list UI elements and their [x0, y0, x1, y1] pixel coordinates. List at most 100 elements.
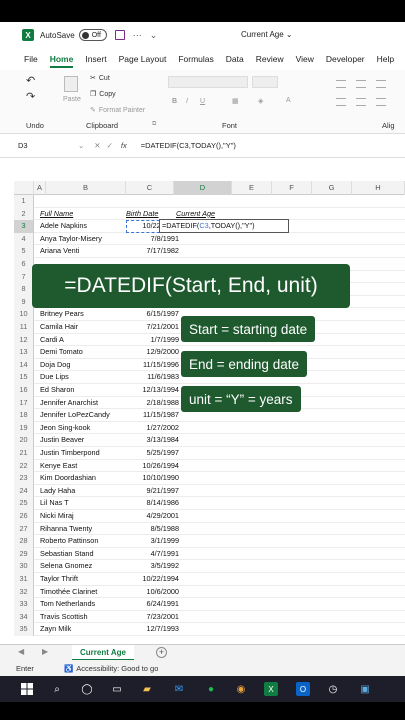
- row-header[interactable]: 27: [14, 522, 34, 536]
- cell-full-name[interactable]: Anya Taylor-Misery: [40, 233, 102, 246]
- chevron-down-icon[interactable]: ⌄: [78, 141, 84, 150]
- name-box[interactable]: D3: [18, 141, 78, 150]
- cell-birth-date[interactable]: 11/15/1987: [126, 409, 179, 422]
- align-middle-icon[interactable]: [356, 80, 366, 88]
- row-header[interactable]: 18: [14, 409, 34, 422]
- cell-full-name[interactable]: Kenye East: [40, 460, 77, 473]
- font-name-box[interactable]: [168, 76, 248, 88]
- cell-birth-date[interactable]: 4/7/1991: [126, 548, 179, 561]
- row-header[interactable]: 5: [14, 245, 34, 258]
- cell-birth-date[interactable]: 12/7/1993: [126, 623, 179, 636]
- row-header[interactable]: 11: [14, 321, 34, 334]
- search-icon[interactable]: ⌕: [50, 682, 64, 696]
- cell-birth-date[interactable]: 10/22/1994: [126, 573, 179, 586]
- row-header[interactable]: 13: [14, 346, 34, 359]
- row-header[interactable]: 29: [14, 547, 34, 561]
- row-header[interactable]: 3: [14, 220, 34, 233]
- cell-full-name[interactable]: Adele Napkins: [40, 220, 87, 233]
- row-header[interactable]: 19: [14, 421, 34, 435]
- cell-birth-date[interactable]: 3/1/1999: [126, 535, 179, 548]
- align-bottom-icon[interactable]: [376, 80, 386, 88]
- column-header-f[interactable]: F: [272, 181, 312, 195]
- row-header[interactable]: 15: [14, 371, 34, 384]
- tab-review[interactable]: Review: [250, 48, 290, 70]
- more-icon[interactable]: ⋯: [133, 30, 142, 41]
- header-full-name[interactable]: Full Name: [40, 208, 73, 221]
- align-center-icon[interactable]: [356, 98, 366, 106]
- scroll-right-icon[interactable]: ▶: [42, 647, 48, 656]
- row-header[interactable]: 21: [14, 447, 34, 460]
- row-header[interactable]: 34: [14, 610, 34, 624]
- cell-full-name[interactable]: Selena Gnomez: [40, 560, 92, 573]
- row-header[interactable]: 20: [14, 434, 34, 447]
- row-header[interactable]: 17: [14, 396, 34, 410]
- cell-birth-date[interactable]: 11/15/1996: [126, 359, 179, 372]
- cell-birth-date[interactable]: 3/13/1984: [126, 434, 179, 447]
- paste-label[interactable]: Paste: [63, 96, 81, 103]
- copy-button[interactable]: ❐ Copy: [90, 90, 116, 99]
- cell-birth-date[interactable]: 3/5/1992: [126, 560, 179, 573]
- borders-icon[interactable]: ▦: [232, 97, 239, 105]
- row-header[interactable]: 28: [14, 535, 34, 548]
- column-header-g[interactable]: G: [312, 181, 352, 195]
- cell-birth-date[interactable]: 10/26/1994: [126, 460, 179, 473]
- column-header-a[interactable]: A: [34, 181, 46, 195]
- italic-button[interactable]: I: [186, 98, 188, 105]
- cell-birth-date[interactable]: 8/14/1986: [126, 497, 179, 510]
- column-header-h[interactable]: H: [352, 181, 405, 195]
- cell-full-name[interactable]: Britney Pears: [40, 308, 84, 321]
- cell-birth-date[interactable]: 11/6/1983: [126, 371, 179, 384]
- cell-full-name[interactable]: Justin Timberpond: [40, 447, 100, 460]
- tab-data[interactable]: Data: [220, 48, 250, 70]
- cell-full-name[interactable]: Jeon Sing-kook: [40, 422, 90, 435]
- outlook-icon[interactable]: O: [296, 682, 310, 696]
- chevron-down-icon[interactable]: ⌄: [150, 30, 158, 41]
- cell-full-name[interactable]: Ed Sharon: [40, 384, 74, 397]
- autosave-toggle[interactable]: Off: [78, 29, 107, 41]
- row-header[interactable]: 22: [14, 459, 34, 473]
- cell-full-name[interactable]: Taylor Thrift: [40, 573, 78, 586]
- cell-full-name[interactable]: Nicki Miraj: [40, 510, 74, 523]
- app-icon[interactable]: ▣: [358, 682, 372, 696]
- tab-file[interactable]: File: [18, 48, 44, 70]
- cell-full-name[interactable]: Jennifer Anarchist: [40, 397, 98, 410]
- cell-full-name[interactable]: Demi Tomato: [40, 346, 83, 359]
- tab-developer[interactable]: Developer: [320, 48, 371, 70]
- cell-full-name[interactable]: Rihanna Twenty: [40, 523, 92, 536]
- row-header[interactable]: 31: [14, 573, 34, 586]
- column-header-d[interactable]: D: [174, 181, 232, 195]
- cell-birth-date[interactable]: 6/24/1991: [126, 598, 179, 611]
- font-size-box[interactable]: [252, 76, 278, 88]
- cell-full-name[interactable]: Travis Scottish: [40, 611, 88, 624]
- cell-full-name[interactable]: Kim Doordashian: [40, 472, 96, 485]
- row-header[interactable]: 26: [14, 510, 34, 523]
- undo-icon[interactable]: ↶: [26, 74, 35, 87]
- row-header[interactable]: 16: [14, 384, 34, 397]
- fill-color-icon[interactable]: ◈: [258, 97, 263, 105]
- cell-birth-date[interactable]: 8/5/1988: [126, 523, 179, 536]
- underline-button[interactable]: U: [200, 98, 205, 105]
- tab-insert[interactable]: Insert: [79, 48, 112, 70]
- spotify-icon[interactable]: ●: [204, 682, 218, 696]
- cell-full-name[interactable]: Tom Netherlands: [40, 598, 95, 611]
- cell-full-name[interactable]: Cardi A: [40, 334, 64, 347]
- tab-home[interactable]: Home: [44, 48, 80, 70]
- cancel-icon[interactable]: ✕: [94, 141, 100, 150]
- cell-birth-date[interactable]: 5/25/1997: [126, 447, 179, 460]
- column-header-e[interactable]: E: [232, 181, 272, 195]
- row-header[interactable]: 8: [14, 283, 34, 296]
- row-header[interactable]: 6: [14, 258, 34, 271]
- cell-full-name[interactable]: Justin Beaver: [40, 434, 84, 447]
- save-icon[interactable]: [114, 30, 125, 40]
- cell-birth-date[interactable]: 7/23/2001: [126, 611, 179, 624]
- insert-function-icon[interactable]: fx: [121, 141, 127, 150]
- column-header-b[interactable]: B: [46, 181, 126, 195]
- cell-full-name[interactable]: Jennifer LoPezCandy: [40, 409, 110, 422]
- chrome-icon[interactable]: ◉: [234, 682, 248, 696]
- bold-button[interactable]: B: [172, 98, 177, 105]
- row-header[interactable]: 2: [14, 207, 34, 221]
- cell-full-name[interactable]: Lil Nas T: [40, 497, 69, 510]
- font-color-icon[interactable]: A: [286, 97, 291, 104]
- row-header[interactable]: 35: [14, 623, 34, 636]
- formula-input[interactable]: =DATEDIF(C3,TODAY(),"Y"): [141, 141, 236, 150]
